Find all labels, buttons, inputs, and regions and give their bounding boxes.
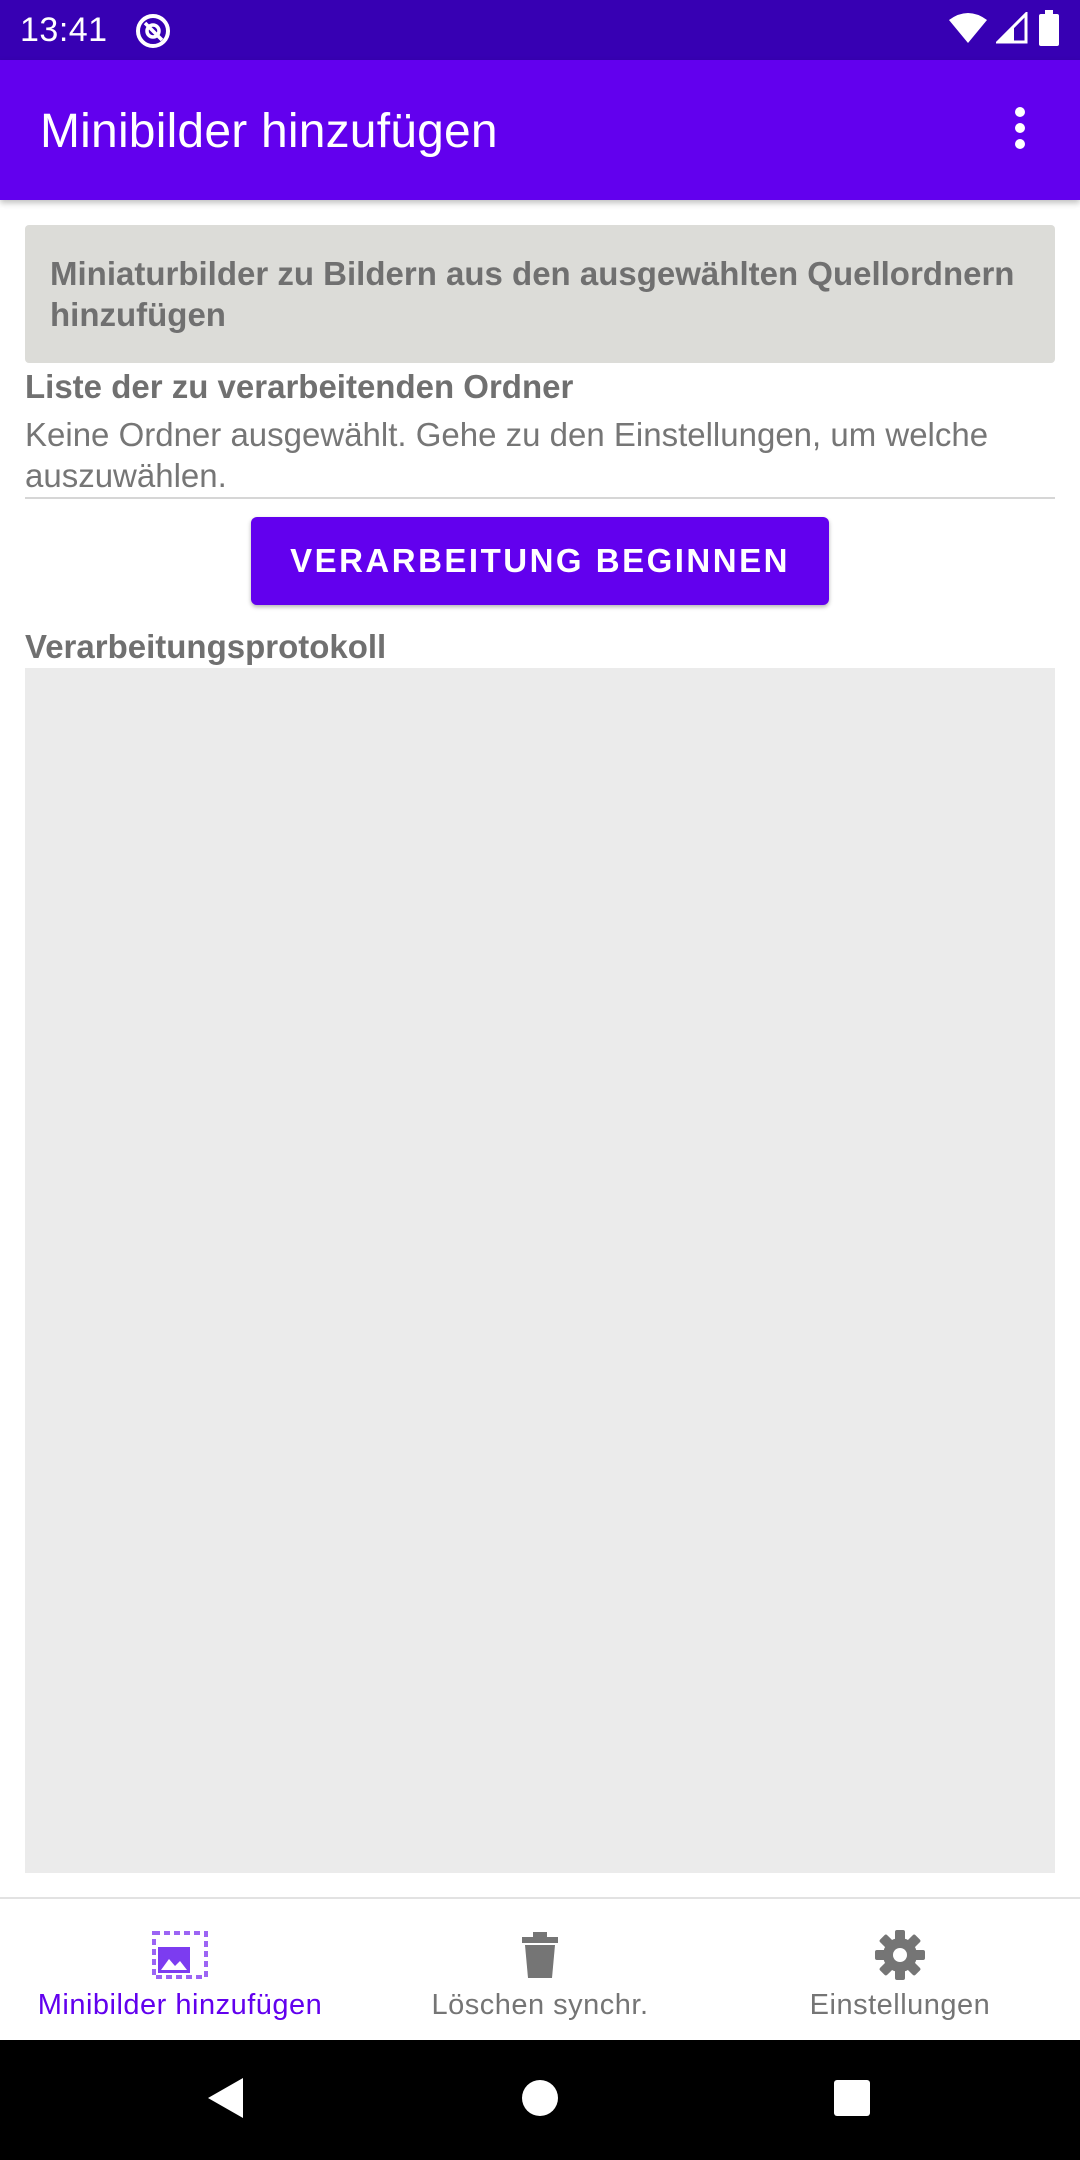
info-text: Miniaturbilder zu Bildern aus den ausgew… — [50, 255, 1015, 333]
settings-icon — [870, 1925, 930, 1985]
log-heading: Verarbeitungsprotokoll — [25, 628, 387, 665]
page-title: Minibilder hinzufügen — [40, 105, 498, 158]
battery-icon — [1038, 9, 1060, 51]
nav-label-settings: Einstellungen — [809, 1989, 991, 2021]
info-box: Miniaturbilder zu Bildern aus den ausgew… — [25, 225, 1055, 363]
at-sign-icon — [134, 12, 172, 50]
home-icon — [520, 2078, 560, 2123]
status-bar: 13:41 — [0, 0, 1080, 60]
status-icons — [948, 9, 1060, 51]
nav-label-sync-delete: Löschen synchr. — [431, 1989, 649, 2021]
overflow-menu-button[interactable] — [990, 100, 1050, 160]
app-bar: Minibilder hinzufügen — [0, 60, 1080, 200]
back-icon — [205, 2076, 245, 2125]
recents-icon — [833, 2079, 871, 2122]
back-button[interactable] — [195, 2070, 255, 2130]
status-time: 13:41 — [20, 11, 108, 49]
system-navigation-bar — [0, 2040, 1080, 2160]
nav-item-add-thumbnails[interactable]: Minibilder hinzufügen — [0, 1899, 360, 2042]
divider — [25, 497, 1055, 499]
folders-heading: Liste der zu verarbeitenden Ordner — [25, 368, 574, 405]
nav-label-add-thumbnails: Minibilder hinzufügen — [37, 1989, 323, 2021]
cell-signal-icon — [994, 9, 1030, 49]
more-vert-icon — [1013, 106, 1027, 155]
processing-log-area[interactable] — [25, 668, 1055, 1873]
delete-icon — [510, 1925, 570, 1985]
add-thumbnail-icon — [150, 1925, 210, 1985]
nav-item-sync-delete[interactable]: Löschen synchr. — [360, 1899, 720, 2042]
home-button[interactable] — [510, 2070, 570, 2130]
bottom-navigation: Minibilder hinzufügen Löschen synchr. Ei… — [0, 1897, 1080, 2042]
recents-button[interactable] — [822, 2070, 882, 2130]
screen: 13:41 Minibilder hinzufügen Miniaturbild… — [0, 0, 1080, 2160]
folders-text: Keine Ordner ausgewählt. Gehe zu den Ein… — [25, 416, 989, 494]
nav-item-settings[interactable]: Einstellungen — [720, 1899, 1080, 2042]
start-processing-button[interactable]: VERARBEITUNG BEGINNEN — [251, 517, 829, 605]
wifi-icon — [948, 12, 988, 49]
